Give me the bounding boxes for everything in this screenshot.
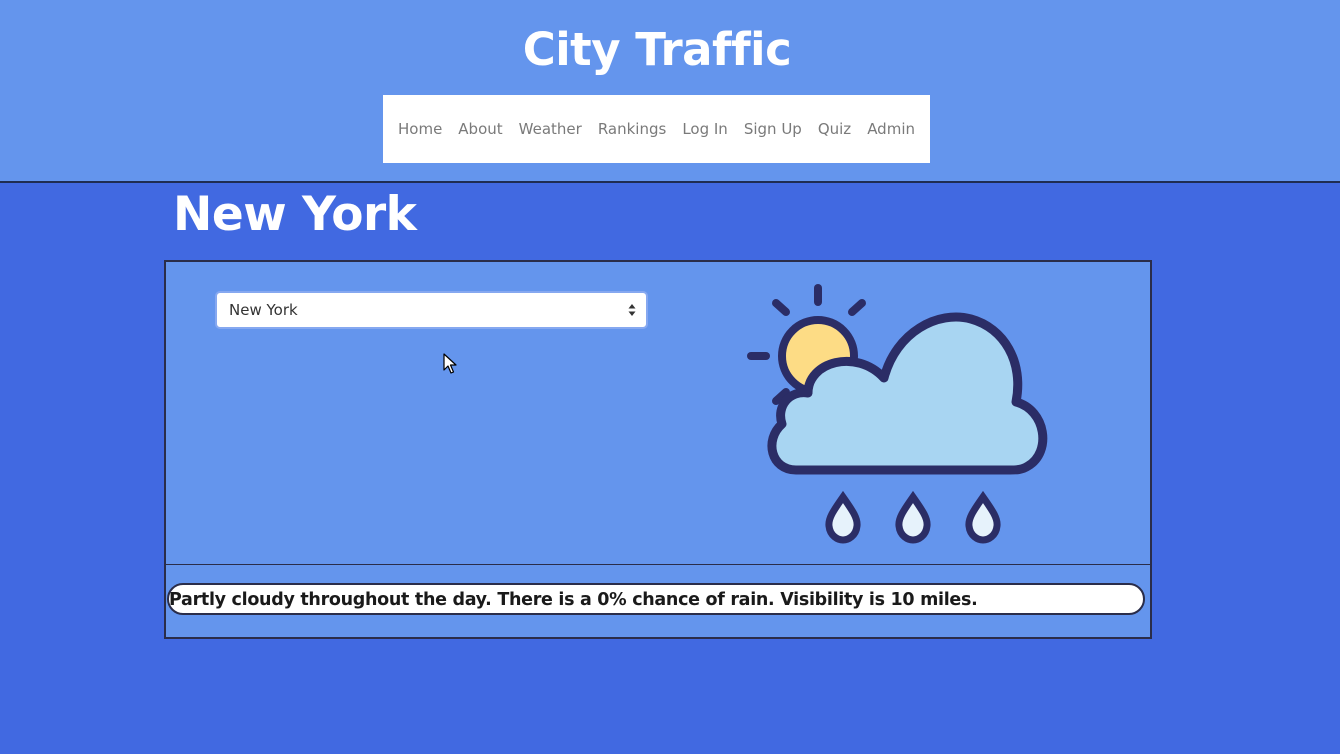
nav-login-link[interactable]: Log In xyxy=(674,120,736,138)
city-select-value: New York xyxy=(229,301,298,319)
site-header: City Traffic Home About Weather Rankings… xyxy=(0,0,1340,183)
city-select[interactable]: New York xyxy=(215,291,648,329)
site-title: City Traffic xyxy=(522,23,792,76)
select-arrows-icon xyxy=(628,304,636,316)
weather-panel: New York xyxy=(164,260,1152,567)
nav-home-link[interactable]: Home xyxy=(390,120,450,138)
nav-rankings-link[interactable]: Rankings xyxy=(590,120,675,138)
nav-admin-link[interactable]: Admin xyxy=(859,120,923,138)
main-nav: Home About Weather Rankings Log In Sign … xyxy=(383,95,930,163)
weather-description-box: Partly cloudy throughout the day. There … xyxy=(167,583,1145,615)
mouse-cursor-icon xyxy=(443,353,457,374)
weather-description: Partly cloudy throughout the day. There … xyxy=(169,590,978,610)
partly-cloudy-rain-icon xyxy=(747,284,1048,544)
nav-signup-link[interactable]: Sign Up xyxy=(736,120,810,138)
nav-quiz-link[interactable]: Quiz xyxy=(810,120,859,138)
weather-description-panel: Partly cloudy throughout the day. There … xyxy=(164,565,1152,639)
nav-about-link[interactable]: About xyxy=(450,120,510,138)
nav-weather-link[interactable]: Weather xyxy=(511,120,590,138)
city-heading: New York xyxy=(173,187,417,242)
